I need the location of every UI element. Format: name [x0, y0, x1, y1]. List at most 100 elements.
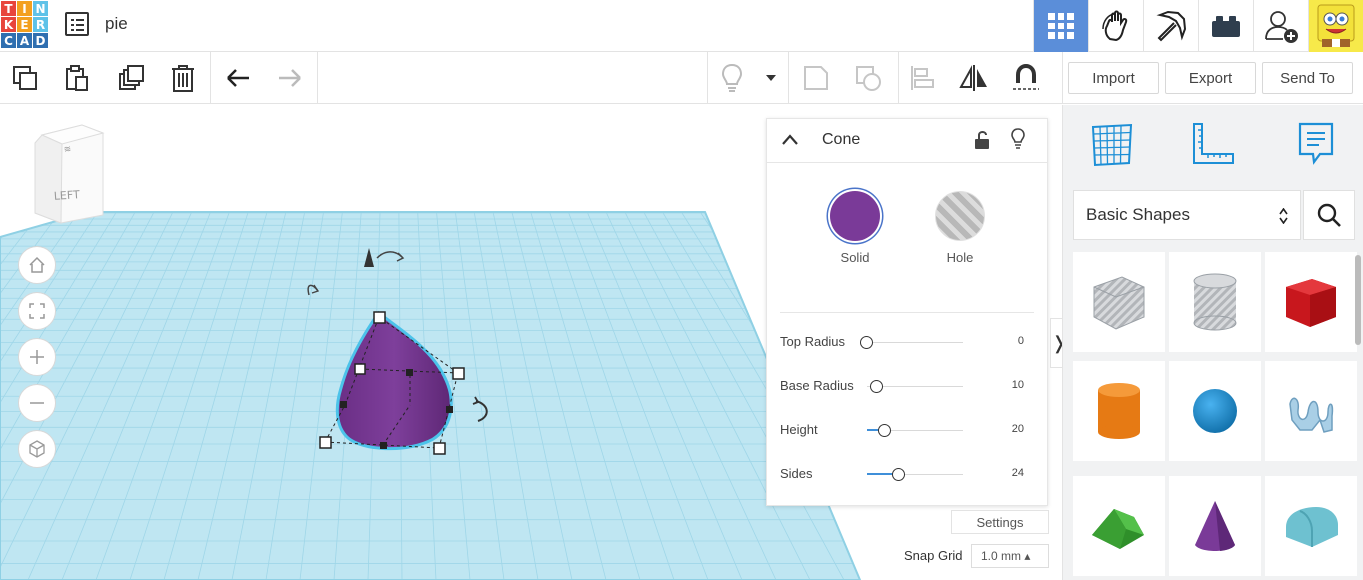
shape-scribble[interactable]: [1265, 361, 1357, 461]
shape-sphere[interactable]: [1169, 361, 1261, 461]
edge-handle[interactable]: [380, 442, 387, 449]
prop-value[interactable]: 24: [1012, 467, 1024, 479]
prop-value[interactable]: 10: [1012, 379, 1024, 391]
updown-caret-icon: [1279, 208, 1288, 224]
shape-roof[interactable]: [1073, 476, 1165, 576]
hole-swatch[interactable]: [935, 191, 985, 241]
cube-view-icon: [29, 440, 45, 458]
notes-dropdown[interactable]: [754, 60, 788, 96]
unlock-icon[interactable]: [973, 129, 991, 151]
viewcube-face-label: LEFT: [53, 188, 80, 203]
hand-interact-icon: [1102, 10, 1128, 42]
avatar-image: [1317, 4, 1355, 47]
slider-knob[interactable]: [878, 424, 891, 437]
shape-cylinder[interactable]: [1073, 361, 1165, 461]
corner-handle[interactable]: [452, 367, 465, 380]
logo-letter: K: [1, 17, 16, 32]
solid-option[interactable]: Solid: [825, 191, 885, 265]
view-cube[interactable]: ≋ LEFT: [34, 124, 105, 224]
logo-letter: R: [33, 17, 48, 32]
roof-shape: [1092, 509, 1144, 549]
bricks-button[interactable]: [1198, 0, 1253, 52]
corner-handle[interactable]: [319, 436, 332, 449]
snap-grid-label: Snap Grid: [904, 548, 963, 563]
redo-button[interactable]: [272, 60, 308, 96]
fit-view-button[interactable]: [18, 292, 56, 330]
user-avatar[interactable]: [1308, 0, 1363, 52]
undo-button[interactable]: [220, 60, 256, 96]
project-name[interactable]: pie: [105, 14, 128, 34]
notes-button[interactable]: [714, 60, 750, 96]
perspective-button[interactable]: [18, 430, 56, 468]
mirror-button[interactable]: [956, 60, 992, 96]
round-roof-shape: [1286, 507, 1338, 547]
collapse-chevron-icon[interactable]: [781, 133, 799, 147]
duplicate-button[interactable]: [113, 60, 149, 96]
prop-base-radius: Base Radius 10: [780, 376, 1040, 396]
shape-cone[interactable]: [1169, 476, 1261, 576]
send-to-button[interactable]: Send To: [1262, 62, 1353, 94]
interact-button[interactable]: [1088, 0, 1143, 52]
ungroup-button[interactable]: [850, 60, 886, 96]
notes-tool-button[interactable]: [1291, 119, 1341, 169]
ungroup-icon: [856, 66, 881, 91]
edge-handle[interactable]: [406, 369, 413, 376]
hole-label: Hole: [946, 250, 974, 265]
solid-label: Solid: [840, 250, 870, 265]
grid-view-button[interactable]: [1033, 0, 1088, 52]
logo-letter: D: [33, 33, 48, 48]
shape-box[interactable]: [1265, 252, 1357, 352]
box-hole-shape: [1093, 276, 1145, 330]
shape-box-hole[interactable]: [1073, 252, 1165, 352]
slider-knob[interactable]: [892, 468, 905, 481]
workplane-tool-button[interactable]: [1087, 119, 1137, 169]
slider-knob[interactable]: [870, 380, 883, 393]
redo-icon: [279, 69, 301, 87]
edge-handle[interactable]: [340, 401, 347, 408]
design-list-icon[interactable]: [65, 12, 89, 36]
export-button[interactable]: Export: [1165, 62, 1256, 94]
tinkercad-logo[interactable]: T I N K E R C A D: [0, 0, 49, 49]
solid-swatch[interactable]: [830, 191, 880, 241]
align-button[interactable]: [904, 60, 940, 96]
prop-sides: Sides 24: [780, 464, 1040, 484]
shape-category-select[interactable]: Basic Shapes: [1073, 190, 1301, 240]
shape-search-button[interactable]: [1303, 190, 1355, 240]
magnet-icon: [1013, 63, 1039, 90]
slider-knob[interactable]: [860, 336, 873, 349]
home-view-button[interactable]: [18, 246, 56, 284]
corner-handle[interactable]: [354, 363, 366, 375]
zoom-out-button[interactable]: [18, 384, 56, 422]
settings-button[interactable]: Settings: [951, 510, 1049, 534]
lightbulb-icon[interactable]: [1010, 127, 1026, 151]
hole-option[interactable]: Hole: [930, 191, 990, 265]
add-user-icon: [1265, 11, 1298, 43]
import-button[interactable]: Import: [1068, 62, 1159, 94]
note-icon: [1298, 122, 1334, 165]
prop-value[interactable]: 20: [1012, 423, 1024, 435]
copy-icon: [13, 66, 37, 90]
edge-handle[interactable]: [446, 406, 453, 413]
shape-library-panel: Basic Shapes: [1062, 105, 1363, 580]
delete-button[interactable]: [165, 60, 201, 96]
logo-letter: T: [1, 1, 16, 16]
undo-icon: [227, 69, 249, 87]
copy-button[interactable]: [7, 60, 43, 96]
zoom-in-button[interactable]: [18, 338, 56, 376]
height-handle[interactable]: [373, 311, 386, 324]
shape-cylinder-hole[interactable]: [1169, 252, 1261, 352]
lightbulb-icon: [721, 63, 743, 92]
logo-letter: I: [17, 1, 32, 16]
paste-button[interactable]: [59, 60, 95, 96]
panel-scrollbar[interactable]: [1355, 255, 1361, 345]
snap-grid-select[interactable]: 1.0 mm ▴: [971, 544, 1049, 568]
prop-value[interactable]: 0: [1018, 335, 1024, 347]
group-button[interactable]: [798, 60, 834, 96]
invite-button[interactable]: [1253, 0, 1308, 52]
corner-handle[interactable]: [433, 442, 446, 455]
logo-letter: C: [1, 33, 16, 48]
ruler-tool-button[interactable]: [1187, 119, 1237, 169]
minecraft-button[interactable]: [1143, 0, 1198, 52]
shape-round-roof[interactable]: [1265, 476, 1357, 576]
workplane-snap-button[interactable]: [1008, 60, 1044, 96]
